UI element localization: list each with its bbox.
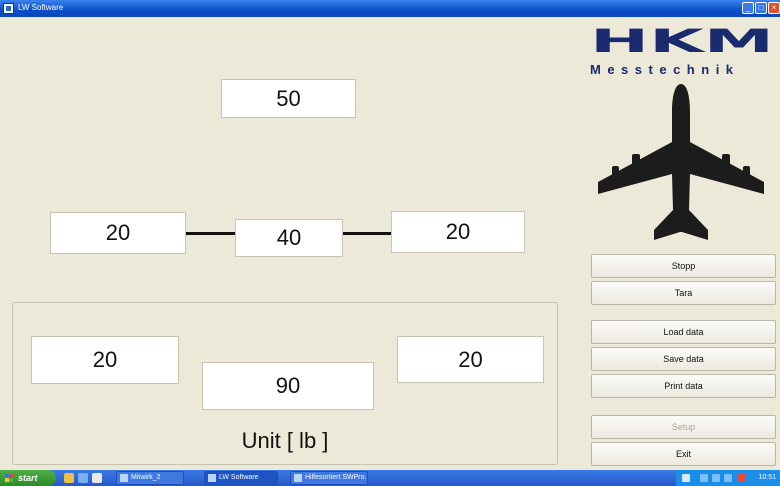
task-item-active[interactable]: LW Software xyxy=(204,471,278,485)
tray-icon[interactable] xyxy=(682,474,690,482)
title-bar[interactable]: LW Software _ □ × xyxy=(0,0,780,17)
airplane-icon xyxy=(598,84,764,240)
task-item[interactable]: Mitwirk_2 xyxy=(116,471,184,485)
value-low-right: 20 xyxy=(397,336,544,383)
tray-icon[interactable] xyxy=(712,474,720,482)
value-low-center: 90 xyxy=(202,362,374,410)
quicklaunch-icon[interactable] xyxy=(64,473,74,483)
load-data-button[interactable]: Load data xyxy=(591,320,776,344)
connector-line-left xyxy=(186,232,235,235)
app-icon xyxy=(3,3,14,14)
minimize-button[interactable]: _ xyxy=(742,2,754,14)
logo-text: HKM xyxy=(590,26,774,56)
value-mid-center: 40 xyxy=(235,219,343,257)
tray-icon[interactable] xyxy=(700,474,708,482)
value-mid-left: 20 xyxy=(50,212,186,254)
value-mid-right: 20 xyxy=(391,211,525,253)
unit-label: Unit [ lb ] xyxy=(241,428,329,453)
connector-line-right xyxy=(343,232,391,235)
quicklaunch-icon[interactable] xyxy=(78,473,88,483)
logo-letters: HKM xyxy=(590,26,774,56)
quicklaunch-icon[interactable] xyxy=(92,473,102,483)
tray-icon[interactable] xyxy=(738,474,746,482)
print-data-button[interactable]: Print data xyxy=(591,374,776,398)
value-top: 50 xyxy=(221,79,356,118)
system-tray: 10:51 xyxy=(676,470,780,486)
logo-subtitle: Messtechnik xyxy=(590,62,740,77)
tray-icon[interactable] xyxy=(724,474,732,482)
value-low-left: 20 xyxy=(31,336,179,384)
clock: 10:51 xyxy=(758,474,776,481)
exit-button[interactable]: Exit xyxy=(591,442,776,466)
task-item[interactable]: Hilfesortiert SWPro... xyxy=(290,471,368,485)
taskbar: start Mitwirk_2 LW Software Hilfesortier… xyxy=(0,470,780,486)
stopp-button[interactable]: Stopp xyxy=(591,254,776,278)
start-button[interactable]: start xyxy=(0,470,56,486)
window-title: LW Software xyxy=(18,3,64,12)
close-button[interactable]: × xyxy=(768,2,780,14)
save-data-button[interactable]: Save data xyxy=(591,347,776,371)
setup-button[interactable]: Setup xyxy=(591,415,776,439)
tara-button[interactable]: Tara xyxy=(591,281,776,305)
maximize-button[interactable]: □ xyxy=(755,2,767,14)
